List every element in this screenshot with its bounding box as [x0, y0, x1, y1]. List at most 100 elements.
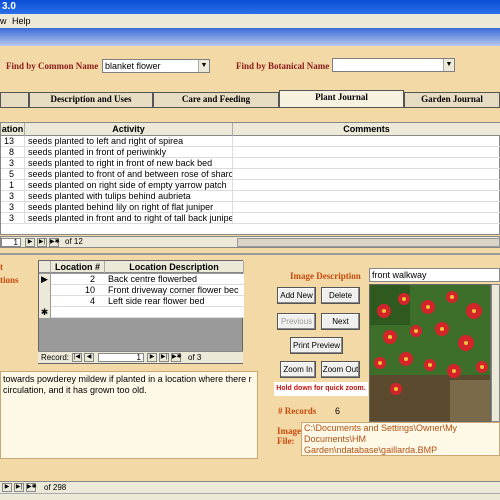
menu-bar: w Help: [0, 14, 500, 28]
table-row[interactable]: 3 seeds planted with tulips behind aubrie…: [1, 191, 500, 202]
table-row[interactable]: 3 seeds planted to right in front of new …: [1, 158, 500, 169]
main-record-count: of 298: [44, 483, 67, 492]
tab-care[interactable]: Care and Feeding: [153, 92, 279, 107]
row-location: 3: [1, 202, 25, 213]
delete-button[interactable]: Delete: [321, 287, 360, 304]
journal-record-count: of 12: [65, 237, 83, 246]
next-record-icon[interactable]: ▶: [25, 238, 35, 247]
main-record-nav: ▶ ▶| ▶✱ of 298: [0, 481, 500, 493]
journal-grid-header: ation Activity Comments: [1, 123, 500, 136]
location-number: 2: [89, 274, 95, 284]
row-comments: [233, 169, 500, 180]
menu-view[interactable]: w: [0, 14, 7, 28]
row-activity: seeds planted with tulips behind aubriet…: [25, 191, 233, 202]
chevron-down-icon[interactable]: ▼: [443, 59, 454, 71]
locations-grid-header: Location # Location Description: [39, 261, 244, 273]
column-activity[interactable]: Activity: [25, 123, 233, 136]
row-activity: seeds planted in front and to right of t…: [25, 213, 233, 224]
next-button[interactable]: Next: [321, 313, 360, 330]
record-selector[interactable]: [39, 296, 51, 307]
tab-plant-journal[interactable]: Plant Journal: [279, 90, 404, 107]
row-location: 8: [1, 147, 25, 158]
image-file-path[interactable]: C:\Documents and Settings\Owner\My Docum…: [301, 422, 500, 456]
flower-photo-illustration: [370, 285, 490, 421]
record-selector[interactable]: ▶: [39, 274, 51, 285]
last-record-icon[interactable]: ▶|: [159, 353, 169, 362]
list-item[interactable]: 10 Front driveway corner flower bec: [39, 285, 244, 296]
table-row[interactable]: 3 seeds planted in front and to right of …: [1, 213, 500, 224]
locations-record-nav: Record: |◀ ◀ 1 ▶ ▶| ▶✱ of 3: [38, 351, 243, 363]
list-item[interactable]: ▶ 2 Back centre flowerbed: [39, 274, 244, 285]
table-row[interactable]: 3 seeds planted behind lily on right of f…: [1, 202, 500, 213]
column-comments[interactable]: Comments: [233, 123, 500, 136]
image-vertical-scrollbar[interactable]: [491, 284, 500, 422]
column-location-number[interactable]: Location #: [51, 261, 105, 273]
locations-grid: Location # Location Description ▶ 2 Back c…: [38, 260, 244, 364]
image-file-label-2: File:: [277, 436, 295, 446]
previous-button[interactable]: Previous: [277, 313, 316, 330]
location-number: 10: [84, 285, 95, 295]
records-label: # Records: [278, 406, 317, 416]
record-selector[interactable]: [39, 285, 51, 296]
new-record-selector[interactable]: ✱: [39, 307, 51, 318]
last-record-icon[interactable]: ▶|: [37, 238, 47, 247]
table-row[interactable]: 5 seeds planted to front of and between r…: [1, 169, 500, 180]
row-location: 1: [1, 180, 25, 191]
zoom-in-button[interactable]: Zoom In: [280, 361, 316, 378]
row-comments: [233, 158, 500, 169]
journal-grid: ation Activity Comments 13 seeds planted …: [0, 122, 500, 235]
print-preview-button[interactable]: Print Preview: [290, 337, 343, 354]
row-activity: seeds planted on right side of empty yar…: [25, 180, 233, 191]
new-record-icon[interactable]: ▶✱: [171, 353, 182, 362]
header-band: [0, 28, 500, 46]
row-activity: seeds planted to left and right of spire…: [25, 136, 233, 147]
location-description: Front driveway corner flower bec: [108, 285, 239, 295]
find-bar: Find by Common Name blanket flower ▼ Fin…: [0, 46, 500, 86]
next-record-icon[interactable]: ▶: [2, 483, 12, 492]
next-record-icon[interactable]: ▶: [147, 353, 157, 362]
table-row[interactable]: 1 seeds planted on right side of empty ya…: [1, 180, 500, 191]
image-description-field[interactable]: front walkway: [369, 268, 500, 282]
journal-record-number[interactable]: 1: [1, 238, 21, 247]
zoom-out-button[interactable]: Zoom Out: [321, 361, 360, 378]
previous-record-icon[interactable]: ◀: [84, 353, 94, 362]
chevron-down-icon[interactable]: ▼: [198, 60, 209, 72]
table-row[interactable]: 13 seeds planted to left and right of spi…: [1, 136, 500, 147]
locations-label-fragment-1: t: [0, 262, 3, 272]
new-record-icon[interactable]: ▶✱: [26, 483, 37, 492]
row-location: 3: [1, 213, 25, 224]
column-location-description[interactable]: Location Description: [105, 261, 244, 273]
corner-cell: [39, 261, 51, 273]
column-location[interactable]: ation: [1, 123, 25, 136]
row-comments: [233, 136, 500, 147]
record-label: Record:: [41, 353, 70, 362]
row-comments: [233, 180, 500, 191]
menu-help[interactable]: Help: [12, 14, 31, 28]
tab-general[interactable]: [0, 92, 29, 107]
find-common-label: Find by Common Name: [6, 61, 99, 71]
tab-garden-journal[interactable]: Garden Journal: [404, 92, 500, 107]
location-number: 4: [89, 296, 95, 306]
tab-description[interactable]: Description and Uses: [29, 92, 153, 107]
new-row[interactable]: ✱: [39, 307, 244, 318]
horizontal-scrollbar[interactable]: [237, 238, 500, 247]
locations-record-number[interactable]: 1: [98, 353, 144, 362]
image-description-label: Image Description: [290, 271, 361, 281]
first-record-icon[interactable]: |◀: [72, 353, 82, 362]
row-comments: [233, 191, 500, 202]
last-record-icon[interactable]: ▶|: [14, 483, 24, 492]
tab-strip: Description and Uses Care and Feeding Pl…: [0, 90, 500, 107]
location-description: Left side rear flower bed: [108, 296, 205, 306]
row-comments: [233, 147, 500, 158]
image-file-label-1: Image: [277, 426, 301, 436]
botanical-name-combo[interactable]: ▼: [332, 58, 455, 72]
new-record-icon[interactable]: ▶✱: [49, 238, 60, 247]
row-location: 5: [1, 169, 25, 180]
table-row[interactable]: 8 seeds planted in front of periwinkly: [1, 147, 500, 158]
row-activity: seeds planted in front of periwinkly: [25, 147, 233, 158]
add-new-button[interactable]: Add New: [277, 287, 316, 304]
common-name-combo[interactable]: blanket flower ▼: [102, 59, 210, 73]
journal-record-nav: 1 ▶ ▶| ▶✱ of 12: [0, 236, 500, 248]
list-item[interactable]: 4 Left side rear flower bed: [39, 296, 244, 307]
notes-textbox[interactable]: towards powderey mildew if planted in a …: [0, 371, 258, 459]
